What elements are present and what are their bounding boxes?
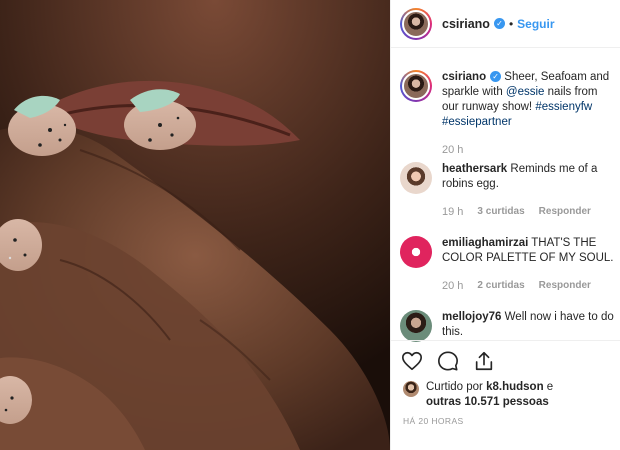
comment-username[interactable]: mellojoy76: [442, 311, 501, 323]
verified-badge-icon: ✓: [493, 18, 505, 29]
action-bar: [391, 340, 620, 380]
comment-meta: 19 h 3 curtidas Responder: [442, 206, 615, 218]
commenter-avatar[interactable]: [400, 236, 432, 268]
comment-text: heathersark Reminds me of a robins egg.: [442, 162, 615, 192]
comment-username[interactable]: emiliaghamirzai: [442, 237, 528, 249]
author-username[interactable]: csiriano: [442, 17, 490, 31]
heart-icon[interactable]: [401, 350, 423, 372]
comments-list[interactable]: csiriano ✓ Sheer, Seafoam and sparkle wit…: [391, 60, 620, 345]
caption-time[interactable]: 20 h: [442, 144, 463, 156]
follow-button[interactable]: Seguir: [517, 17, 554, 31]
verified-badge-icon: ✓: [490, 71, 502, 83]
commenter-avatar[interactable]: [400, 310, 432, 342]
post-photo[interactable]: [0, 0, 390, 450]
likes-summary: Curtido por k8.hudson e outras 10.571 pe…: [403, 380, 613, 410]
likes-count-link[interactable]: outras 10.571 pessoas: [426, 396, 549, 408]
likes-text: Curtido por k8.hudson e outras 10.571 pe…: [426, 380, 553, 410]
commenter-avatar[interactable]: [400, 162, 432, 194]
comment-text: emiliaghamirzai THAT'S THE COLOR PALETTE…: [442, 236, 615, 266]
header-separator: •: [508, 16, 514, 31]
caption-meta: 20 h: [442, 144, 615, 156]
comment-time[interactable]: 19 h: [442, 206, 463, 218]
likes-middle: e: [543, 381, 554, 393]
likes-prefix: Curtido por: [426, 381, 487, 393]
post-image: [0, 0, 390, 450]
caption-username[interactable]: csiriano: [442, 71, 486, 83]
post-header: csiriano ✓ • Seguir: [391, 0, 620, 48]
mention-link[interactable]: @essie: [506, 86, 545, 98]
post-side-panel: csiriano ✓ • Seguir csiriano ✓ Sheer, Sea…: [390, 0, 620, 450]
comment-likes[interactable]: 3 curtidas: [477, 206, 524, 218]
comment-meta: 20 h 2 curtidas Responder: [442, 280, 615, 292]
comment-time[interactable]: 20 h: [442, 280, 463, 292]
caption: csiriano ✓ Sheer, Seafoam and sparkle wit…: [400, 70, 615, 156]
comment-likes[interactable]: 2 curtidas: [477, 280, 524, 292]
hashtag-link[interactable]: #essienyfw: [535, 101, 592, 113]
comment-item: mellojoy76 Well now i have to do this.: [400, 310, 615, 342]
liker-avatar[interactable]: [403, 381, 419, 397]
reply-button[interactable]: Responder: [539, 280, 591, 292]
comment-item: heathersark Reminds me of a robins egg. …: [400, 162, 615, 218]
caption-text: csiriano ✓ Sheer, Seafoam and sparkle wit…: [442, 70, 615, 130]
liker-username[interactable]: k8.hudson: [486, 381, 544, 393]
comment-username[interactable]: heathersark: [442, 163, 507, 175]
share-icon[interactable]: [473, 350, 495, 372]
post-time-ago[interactable]: HÁ 20 HORAS: [403, 416, 464, 426]
author-avatar[interactable]: [400, 7, 432, 40]
hashtag-link[interactable]: #essiepartner: [442, 116, 512, 128]
comment-item: emiliaghamirzai THAT'S THE COLOR PALETTE…: [400, 236, 615, 292]
comment-text: mellojoy76 Well now i have to do this.: [442, 310, 615, 340]
caption-avatar[interactable]: [400, 70, 432, 102]
comment-bubble-icon[interactable]: [437, 350, 459, 372]
reply-button[interactable]: Responder: [539, 206, 591, 218]
